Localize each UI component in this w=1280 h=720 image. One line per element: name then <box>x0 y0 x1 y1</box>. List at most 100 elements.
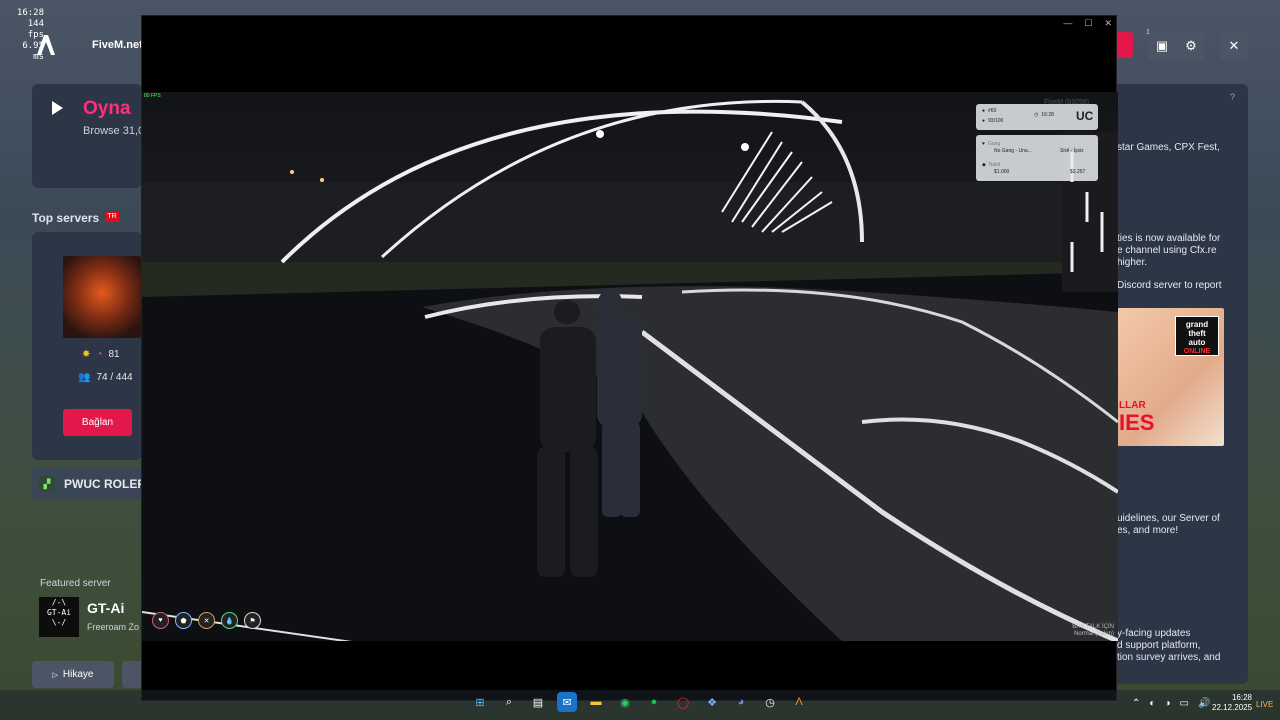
heart-icon: ♥ <box>982 141 985 147</box>
bank-value: $3.257 <box>1070 169 1086 175</box>
close-button[interactable]: ✕ <box>1220 32 1248 60</box>
discord-icon[interactable]: ◕ <box>731 692 751 712</box>
thirst-icon: 💧 <box>221 612 238 629</box>
player-id: #60 <box>988 108 997 114</box>
cash-icon: ◆ <box>982 162 986 168</box>
gta-online-promo[interactable]: grand theft auto ONLINE LLAR IES <box>1117 308 1224 446</box>
minimize-icon[interactable]: — <box>1063 18 1072 29</box>
news-line: star Games, CPX Fest, <box>1117 142 1220 153</box>
settings-button[interactable]: ⚙ <box>1177 32 1205 60</box>
history-button[interactable]: ▷ Hikaye <box>32 661 114 688</box>
taskbar-date: 22.12.2025 <box>1212 703 1253 712</box>
sun-icon: ✸ <box>82 349 91 360</box>
talk-key: BAS <box>1072 624 1085 630</box>
windows-start-icon[interactable]: ⊞ <box>470 692 490 712</box>
health-icon: ♥ <box>152 612 169 629</box>
window-controls: — ☐ ✕ <box>1063 18 1112 29</box>
game-scene-illustration <box>142 99 1118 641</box>
news-line: uidelines, our Server of <box>1117 513 1220 524</box>
news-line: higher. <box>1117 257 1148 268</box>
gta-logo-line: auto <box>1188 338 1206 347</box>
close-icon[interactable]: ✕ <box>1104 18 1112 29</box>
status-bar: ♥ ⬟ ✕ 💧 ⚑ <box>152 612 261 629</box>
news-line: ties is now available for <box>1117 233 1221 244</box>
hunger-icon: ✕ <box>198 612 215 629</box>
boost-icon: ◔ <box>96 349 103 360</box>
taskbar-apps: ⊞ ⌕ ▤ ✉ ▬ ◉ ● ◯ ❖ ◕ ◷ Λ <box>470 692 809 712</box>
help-icon[interactable]: ? <box>1230 92 1235 102</box>
taskbar-clock[interactable]: 16:28 22.12.2025 <box>1212 693 1252 713</box>
opera-icon[interactable]: ◯ <box>673 692 693 712</box>
gta-logo-line: grand <box>1185 320 1209 329</box>
gtai-logo[interactable]: /-\ GT-Ai \-/ <box>39 597 79 637</box>
gta-logo-online: ONLINE <box>1183 348 1211 355</box>
game-viewport[interactable]: 80 FPS FiveM (b3258) ● #60 ● 93/100 ◷ 16:28… <box>142 92 1118 641</box>
close-icon: ✕ <box>1228 38 1240 53</box>
game-window[interactable]: — ☐ ✕ 80 FPS FiveM (b3258) ● #60 ● 93/10… <box>141 15 1118 701</box>
cash-label: Nakit <box>988 162 1001 168</box>
outlook-icon[interactable]: ✉ <box>557 692 577 712</box>
notification-badge[interactable]: LIVE <box>1256 700 1273 709</box>
spotify-icon[interactable]: ● <box>644 692 664 712</box>
top-servers-title: Top servers <box>32 211 100 225</box>
server-boost: ✸ ◔ 81 <box>82 349 120 360</box>
news-line[interactable]: e channel using Cfx.re <box>1117 245 1235 257</box>
id-icon: ● <box>982 108 986 114</box>
game-clock: 16:28 <box>1041 112 1054 118</box>
search-icon[interactable]: ⌕ <box>499 692 519 712</box>
users-icon: 👥 <box>78 372 91 383</box>
ingame-fps: 80 FPS <box>144 93 161 99</box>
network-icon[interactable]: ▭ <box>1179 698 1188 709</box>
chevron-up-icon[interactable]: ⌃ <box>1132 698 1140 709</box>
server-players: 👥 74 / 444 <box>78 372 133 383</box>
file-explorer-icon[interactable]: ▬ <box>586 692 606 712</box>
pwuc-server-name: PWUC ROLEP <box>64 477 146 491</box>
featured-server-name[interactable]: GT-Ai <box>87 600 124 616</box>
news-line: tion survey arrives, and <box>1117 652 1221 663</box>
tray-app-icon[interactable]: ◐ <box>1149 698 1155 709</box>
tray-app-icon[interactable]: ◑ <box>1164 698 1170 709</box>
brand-link[interactable]: FiveM.net <box>92 39 143 51</box>
whatsapp-icon[interactable]: ◉ <box>615 692 635 712</box>
talk-mode: Normal (Yakın) <box>1074 631 1114 637</box>
players-icon: ● <box>982 118 986 124</box>
server-logo-icon: UC <box>1076 109 1094 123</box>
system-tray: ⌃ ◐ ◑ ▭ 🔊 <box>1132 698 1210 709</box>
armor-icon: ⬟ <box>175 612 192 629</box>
pwuc-logo-icon: ▞ <box>39 476 55 492</box>
hud-info-card: ♥ Gang No Gang - Una... Sivil - İşsiz ◆ Na… <box>976 135 1098 181</box>
notifications-button[interactable]: ▣ <box>1148 32 1176 60</box>
cash-value: $1.000 <box>994 169 1010 175</box>
gta-logo-line: theft <box>1188 329 1206 338</box>
talk-label: TALK İÇİN <box>1085 624 1114 630</box>
news-line: Discord server to report <box>1117 280 1222 291</box>
voice-indicator: BAS TALK İÇİN Normal (Yakın) <box>1072 624 1114 638</box>
gta-online-logo: grand theft auto ONLINE <box>1175 316 1219 356</box>
play-small-icon: ▷ <box>52 671 58 679</box>
taskbar-time: 16:28 <box>1231 693 1252 702</box>
clock-app-icon[interactable]: ◷ <box>760 692 780 712</box>
promo-title: IES <box>1119 410 1155 435</box>
maximize-icon[interactable]: ☐ <box>1084 18 1092 29</box>
play-icon <box>52 101 63 115</box>
clock-icon: ◷ <box>1034 112 1039 118</box>
featured-server-subtitle: Freeroam Zo <box>87 622 140 632</box>
browse-servers-label: Browse 31,0 <box>83 125 145 137</box>
news-line: y-facing updates <box>1117 628 1191 639</box>
connect-button[interactable]: Bağlan <box>63 409 132 436</box>
volume-icon[interactable]: 🔊 <box>1198 698 1210 709</box>
history-label: Hikaye <box>62 669 94 680</box>
server-banner-image <box>63 256 141 338</box>
fivem-taskbar-icon[interactable]: Λ <box>789 692 809 712</box>
turkey-flag-icon[interactable]: TR <box>105 212 119 222</box>
news-line: es, and more! <box>1117 525 1179 536</box>
hud-status-card: ● #60 ● 93/100 ◷ 16:28 UC <box>976 104 1098 130</box>
featured-server-label: Featured server <box>40 578 111 589</box>
store-icon[interactable]: ▤ <box>528 692 548 712</box>
news-line: d support platform, <box>1117 640 1201 651</box>
primary-action-button[interactable] <box>1117 32 1133 58</box>
network-app-icon[interactable]: ❖ <box>702 692 722 712</box>
gang-value: No Gang - Una... <box>994 148 1032 154</box>
job-value: Sivil - İşsiz <box>1060 148 1084 154</box>
fivem-logo-icon[interactable] <box>36 34 56 56</box>
